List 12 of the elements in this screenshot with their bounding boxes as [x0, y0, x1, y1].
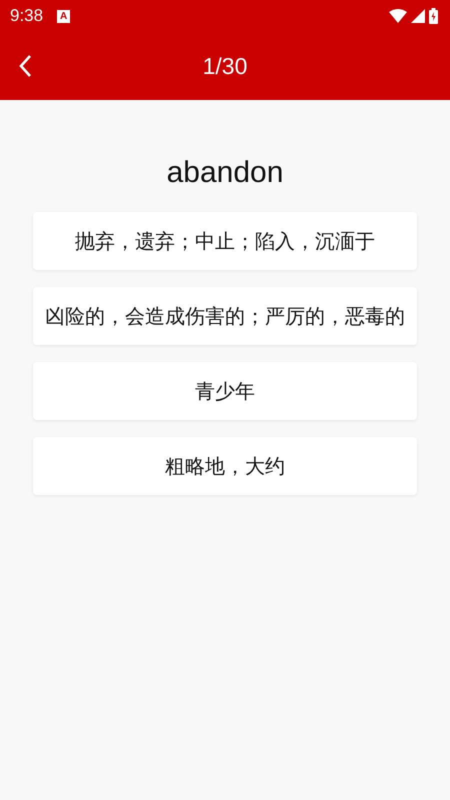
- page-counter: 1/30: [202, 52, 248, 80]
- answer-option[interactable]: 抛弃，遗弃；中止；陷入，沉湎于: [33, 212, 417, 270]
- back-icon: [18, 54, 32, 78]
- answer-option[interactable]: 凶险的，会造成伤害的；严厉的，恶毒的: [33, 287, 417, 345]
- wifi-icon: [389, 9, 407, 23]
- notification-icon: A: [57, 10, 70, 22]
- signal-icon: [411, 9, 425, 23]
- status-time: 9:38: [10, 6, 44, 26]
- word-title: abandon: [166, 156, 284, 190]
- battery-icon: [429, 8, 438, 24]
- answer-option[interactable]: 粗略地，大约: [33, 437, 417, 495]
- answer-option[interactable]: 青少年: [33, 362, 417, 420]
